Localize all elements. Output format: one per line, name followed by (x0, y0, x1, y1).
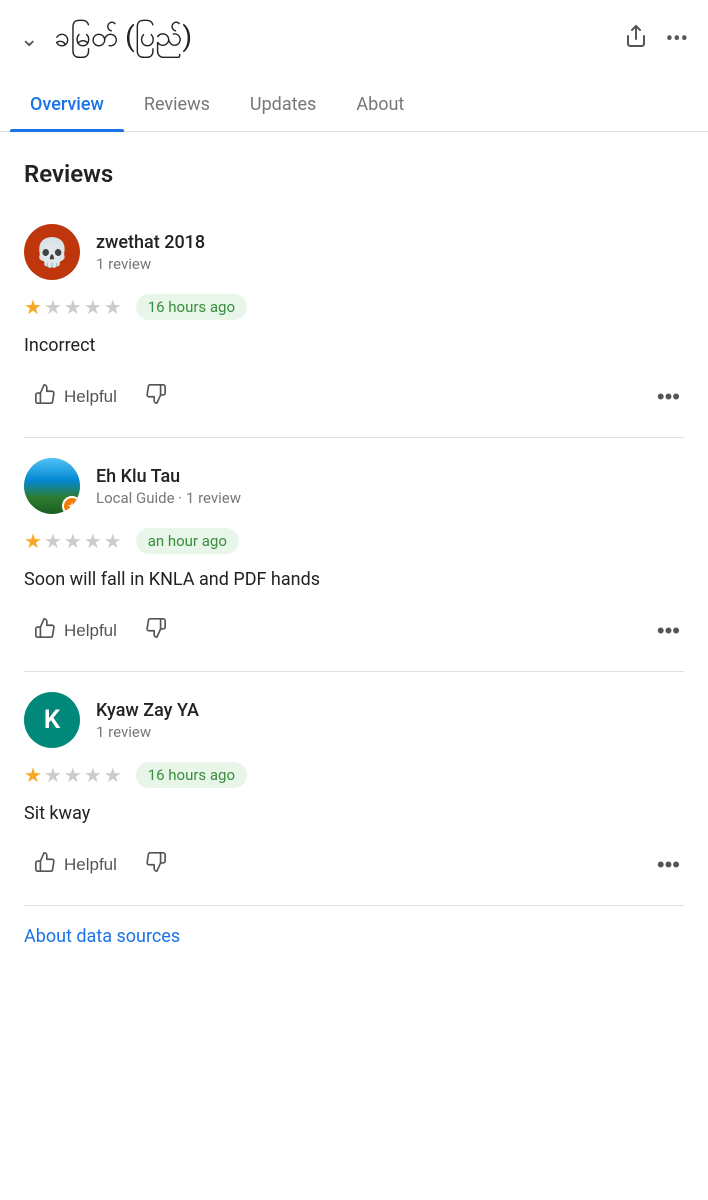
back-button[interactable]: ⌄ (20, 27, 38, 52)
avatar-initial-3: K (44, 705, 60, 735)
thumb-down-icon-3 (145, 851, 167, 879)
avatar-3: K (24, 692, 80, 748)
tab-about[interactable]: About (336, 78, 424, 131)
reviews-section-title: Reviews (0, 132, 708, 204)
reviewer-row-1: 💀 zwethat 2018 1 review (24, 224, 684, 280)
rating-row-1: ★ ★ ★ ★ ★ 16 hours ago (24, 294, 684, 320)
reviewer-row-3: K Kyaw Zay YA 1 review (24, 692, 684, 748)
tab-bar: Overview Reviews Updates About (0, 78, 708, 132)
unhelpful-button-2[interactable] (135, 611, 177, 651)
star-2-5: ★ (104, 529, 122, 553)
star-3-3: ★ (64, 763, 82, 787)
actions-row-2: Helpful ••• (24, 611, 684, 651)
reviews-section: Reviews 💀 zwethat 2018 1 review ★ ★ ★ ★ … (0, 132, 708, 906)
stars-2: ★ ★ ★ ★ ★ (24, 529, 122, 553)
unhelpful-button-1[interactable] (135, 377, 177, 417)
thumb-up-icon-2 (34, 617, 56, 645)
review-text-1: Incorrect (24, 332, 684, 359)
star-1-5: ★ (104, 295, 122, 319)
star-1-4: ★ (84, 295, 102, 319)
local-guide-badge: ★ (62, 496, 80, 514)
thumb-up-icon-1 (34, 383, 56, 411)
avatar-2: ★ (24, 458, 80, 514)
star-1-2: ★ (44, 295, 62, 319)
stars-3: ★ ★ ★ ★ ★ (24, 763, 122, 787)
star-2-2: ★ (44, 529, 62, 553)
reviewer-name-1: zwethat 2018 (96, 232, 205, 253)
tab-updates[interactable]: Updates (230, 78, 336, 131)
tab-reviews[interactable]: Reviews (124, 78, 230, 131)
top-bar-right: ••• (624, 24, 688, 54)
thumb-down-icon-1 (145, 383, 167, 411)
share-icon[interactable] (624, 24, 648, 54)
unhelpful-button-3[interactable] (135, 845, 177, 885)
place-title: ခမြတ် (ပြည်) (54, 18, 192, 60)
star-2-4: ★ (84, 529, 102, 553)
helpful-label-2: Helpful (64, 621, 117, 641)
star-2-1: ★ (24, 529, 42, 553)
top-bar-left: ⌄ ခမြတ် (ပြည်) (20, 18, 192, 60)
review-card-3: K Kyaw Zay YA 1 review ★ ★ ★ ★ ★ 16 hour… (0, 672, 708, 905)
reviewer-meta-1: 1 review (96, 255, 205, 273)
helpful-button-3[interactable]: Helpful (24, 845, 127, 885)
review-text-2: Soon will fall in KNLA and PDF hands (24, 566, 684, 593)
star-3-1: ★ (24, 763, 42, 787)
reviewer-info-2: Eh Klu Tau Local Guide · 1 review (96, 466, 241, 507)
review-card-2: ★ Eh Klu Tau Local Guide · 1 review ★ ★ … (0, 438, 708, 671)
thumb-down-icon-2 (145, 617, 167, 645)
thumb-up-icon-3 (34, 851, 56, 879)
reviewer-row-2: ★ Eh Klu Tau Local Guide · 1 review (24, 458, 684, 514)
reviewer-info-3: Kyaw Zay YA 1 review (96, 700, 199, 741)
star-3-2: ★ (44, 763, 62, 787)
reviewer-meta-2: Local Guide · 1 review (96, 489, 241, 507)
actions-row-1: Helpful ••• (24, 377, 684, 417)
tab-overview[interactable]: Overview (10, 78, 124, 131)
rating-row-3: ★ ★ ★ ★ ★ 16 hours ago (24, 762, 684, 788)
more-button-3[interactable]: ••• (653, 846, 684, 884)
star-3-4: ★ (84, 763, 102, 787)
helpful-button-2[interactable]: Helpful (24, 611, 127, 651)
helpful-label-1: Helpful (64, 387, 117, 407)
more-options-icon[interactable]: ••• (666, 27, 688, 52)
star-2-3: ★ (64, 529, 82, 553)
avatar-1: 💀 (24, 224, 80, 280)
star-3-5: ★ (104, 763, 122, 787)
reviewer-name-2: Eh Klu Tau (96, 466, 241, 487)
reviewer-info-1: zwethat 2018 1 review (96, 232, 205, 273)
time-badge-1: 16 hours ago (136, 294, 247, 320)
about-data-sources-link[interactable]: About data sources (0, 906, 708, 967)
actions-row-3: Helpful ••• (24, 845, 684, 885)
helpful-button-1[interactable]: Helpful (24, 377, 127, 417)
more-button-1[interactable]: ••• (653, 378, 684, 416)
reviewer-name-3: Kyaw Zay YA (96, 700, 199, 721)
time-badge-2: an hour ago (136, 528, 239, 554)
helpful-label-3: Helpful (64, 855, 117, 875)
reviewer-meta-3: 1 review (96, 723, 199, 741)
star-1-1: ★ (24, 295, 42, 319)
rating-row-2: ★ ★ ★ ★ ★ an hour ago (24, 528, 684, 554)
stars-1: ★ ★ ★ ★ ★ (24, 295, 122, 319)
star-1-3: ★ (64, 295, 82, 319)
top-bar: ⌄ ခမြတ် (ပြည်) ••• (0, 0, 708, 78)
review-card-1: 💀 zwethat 2018 1 review ★ ★ ★ ★ ★ 16 hou… (0, 204, 708, 437)
review-text-3: Sit kway (24, 800, 684, 827)
more-button-2[interactable]: ••• (653, 612, 684, 650)
time-badge-3: 16 hours ago (136, 762, 247, 788)
